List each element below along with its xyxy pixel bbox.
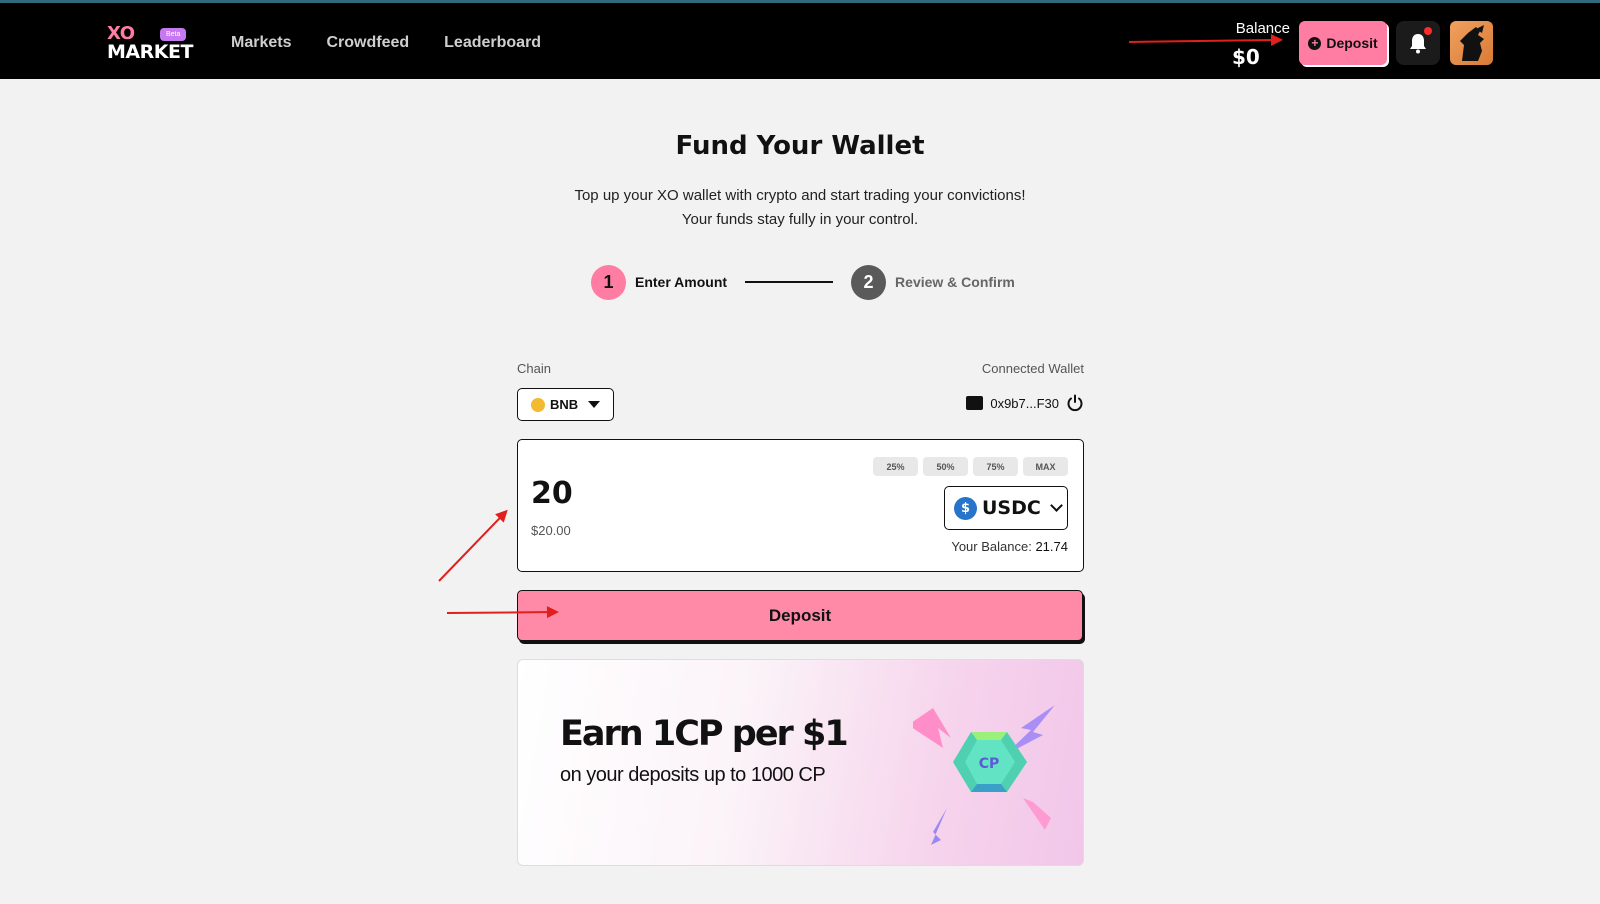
amount-usd-value: $20.00 — [531, 523, 571, 538]
xo-market-logo[interactable]: XO Beta MARKET — [107, 25, 197, 65]
caret-down-icon — [588, 401, 601, 408]
header-deposit-button[interactable]: + Deposit — [1299, 21, 1387, 65]
page-title: Fund Your Wallet — [675, 131, 925, 161]
bnb-coin-icon — [531, 397, 545, 412]
connected-wallet: 0x9b7...F30 — [966, 394, 1084, 412]
usdc-coin-icon: $ — [954, 496, 977, 520]
subtitle-line-2: Your funds stay fully in your control. — [681, 211, 919, 228]
your-balance: Your Balance: 21.74 — [951, 539, 1068, 554]
max-button[interactable]: MAX — [1023, 457, 1068, 476]
nav-leaderboard[interactable]: Leaderboard — [444, 34, 541, 52]
promo-subtitle: on your deposits up to 1000 CP — [560, 764, 826, 786]
balance-label: Balance — [1235, 20, 1290, 37]
connected-wallet-label: Connected Wallet — [981, 361, 1084, 376]
chevron-down-icon — [1049, 499, 1063, 512]
promo-title: Earn 1CP per $1 — [560, 714, 849, 754]
notification-dot — [1424, 27, 1432, 35]
promo-banner: Earn 1CP per $1 on your deposits up to 1… — [517, 659, 1084, 866]
cp-gem-illustration-icon: x CP — [913, 705, 1055, 845]
percent-buttons: 25% 50% 75% MAX — [873, 457, 1068, 476]
wallet-icon — [966, 396, 984, 410]
disconnect-power-icon[interactable] — [1066, 394, 1084, 412]
percent-25-button[interactable]: 25% — [873, 457, 918, 476]
beta-badge: Beta — [160, 28, 187, 41]
nav-crowdfeed[interactable]: Crowdfeed — [326, 34, 409, 52]
your-balance-label: Your Balance: — [951, 539, 1032, 554]
step-1-number: 1 — [591, 264, 626, 300]
deposit-submit-button[interactable]: Deposit — [517, 590, 1083, 641]
header-deposit-label: Deposit — [1326, 35, 1378, 51]
token-dropdown[interactable]: $ USDC — [944, 486, 1068, 530]
chain-label: Chain — [517, 361, 551, 376]
token-value: USDC — [982, 497, 1041, 519]
logo-market-text: MARKET — [107, 41, 193, 63]
notifications-button[interactable] — [1396, 21, 1440, 65]
main-nav: Markets Crowdfeed Leaderboard — [231, 34, 541, 52]
avatar-silhouette-icon — [1460, 25, 1484, 61]
wallet-address: 0x9b7...F30 — [990, 395, 1059, 411]
nav-markets[interactable]: Markets — [231, 34, 291, 52]
your-balance-value: 21.74 — [1035, 539, 1068, 554]
step-2-label: Review & Confirm — [895, 274, 1015, 290]
percent-75-button[interactable]: 75% — [973, 457, 1018, 476]
amount-input-box[interactable]: 20 $20.00 25% 50% 75% MAX $ USDC Your Ba… — [517, 439, 1084, 572]
chain-dropdown[interactable]: BNB — [517, 388, 614, 421]
annotation-arrow-amount — [438, 510, 508, 582]
step-2-number: 2 — [851, 264, 887, 300]
balance-value: $0 — [1232, 45, 1260, 69]
top-navigation-bar: XO Beta MARKET Markets Crowdfeed Leaderb… — [0, 0, 1600, 79]
chain-value: BNB — [550, 397, 579, 412]
subtitle-line-1: Top up your XO wallet with crypto and st… — [574, 187, 1026, 204]
step-1-label: Enter Amount — [635, 274, 728, 290]
progress-stepper: 1 Enter Amount 2 Review & Confirm — [591, 264, 1015, 300]
amount-input[interactable]: 20 — [531, 476, 573, 511]
bell-icon — [1410, 34, 1426, 54]
plus-icon: + — [1308, 36, 1322, 50]
percent-50-button[interactable]: 50% — [923, 457, 968, 476]
stepper-connector — [745, 281, 834, 283]
gem-label: CP — [979, 756, 1000, 772]
page-subtitle: Top up your XO wallet with crypto and st… — [0, 184, 1600, 232]
annotation-arrow-balance — [1128, 38, 1281, 43]
user-avatar[interactable] — [1450, 21, 1493, 65]
